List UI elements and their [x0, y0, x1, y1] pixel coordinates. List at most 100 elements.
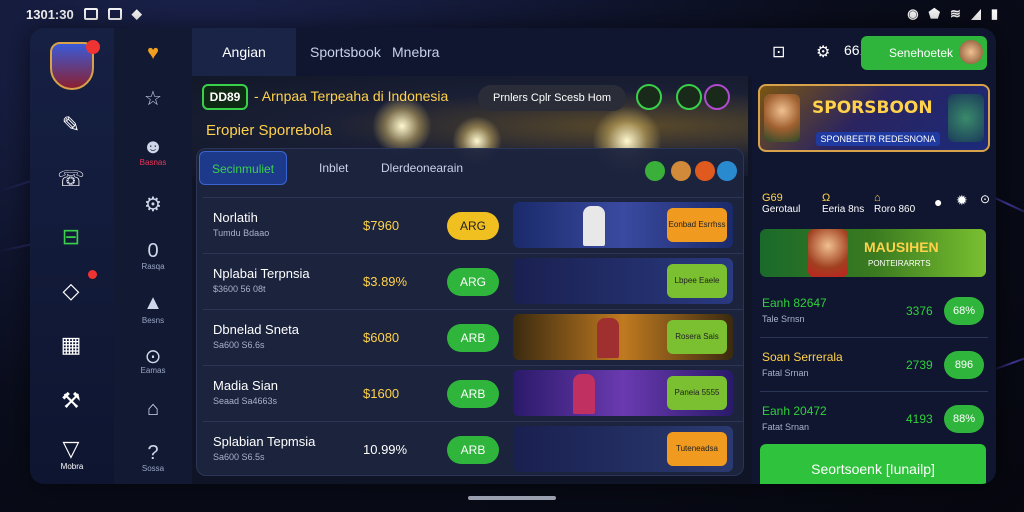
- player-portrait: [764, 94, 800, 142]
- match-thumbnail[interactable]: Lbpee Eaele: [513, 258, 733, 304]
- coin-icon[interactable]: ●: [934, 194, 942, 210]
- status-bar: 1301:30 ◆ ◉ ⬟ ≋ ▮: [0, 0, 1024, 28]
- odds-button[interactable]: ARG: [447, 268, 499, 296]
- signup-button[interactable]: Senehoetek: [861, 36, 987, 70]
- heart-icon[interactable]: ♥: [138, 42, 168, 65]
- hero-pill[interactable]: Prnlers Cplr Scesb Hom: [478, 85, 626, 111]
- hero-subtitle: Eropier Sporrebola: [206, 122, 332, 139]
- help-icon[interactable]: ?: [138, 442, 168, 465]
- banner-title: MAUSIHEN: [864, 239, 939, 255]
- thumb-badge: Paneia 5555: [667, 376, 727, 410]
- sync-icon: ◉: [907, 6, 919, 21]
- gear-icon[interactable]: ⚙: [816, 42, 830, 62]
- player-figure: [597, 318, 619, 358]
- chat-icon[interactable]: ⊡: [772, 42, 785, 62]
- pencil-icon[interactable]: ✎: [56, 110, 86, 140]
- odds-button[interactable]: ARB: [447, 380, 499, 408]
- home-icon[interactable]: ⌂: [138, 398, 168, 421]
- match-name: Nplabai Terpnsia: [213, 266, 310, 281]
- profile-icon[interactable]: [704, 84, 730, 110]
- odds-button[interactable]: ARB: [447, 436, 499, 464]
- phone-icon[interactable]: ☏: [56, 164, 86, 194]
- sun-icon[interactable]: ✹: [956, 192, 968, 209]
- quick-link-icon: G69: [762, 192, 783, 204]
- home-indicator[interactable]: [468, 496, 556, 500]
- match-sub: Seaad Sa4663s: [213, 396, 278, 406]
- match-value: $3.89%: [363, 274, 408, 289]
- table-row[interactable]: Dbnelad Sneta Sa600 S6.6s $6080 ARB Rose…: [203, 309, 743, 363]
- sport-icon[interactable]: [645, 161, 665, 181]
- sport-icon[interactable]: [695, 161, 715, 181]
- list-item[interactable]: Soan Serrerala Fatal Srnan 2739 896: [760, 338, 988, 392]
- odds-button[interactable]: ARG: [447, 212, 499, 240]
- clock-icon[interactable]: [636, 84, 662, 110]
- photo-icon: [107, 8, 122, 20]
- promo-subtitle: SPONBEETR REDESNONA: [816, 132, 940, 146]
- diamond-icon[interactable]: ▽: [56, 434, 86, 464]
- quick-link[interactable]: ⌂ Roro 860: [874, 192, 915, 215]
- table-row[interactable]: Splabian Tepmsia Sa600 S6.5s 10.99% ARB …: [203, 421, 743, 475]
- tab-inblet[interactable]: Inblet: [307, 151, 360, 185]
- wallet-icon[interactable]: ⊟: [56, 222, 86, 252]
- calendar-icon[interactable]: ▦: [56, 330, 86, 360]
- star-icon[interactable]: ☆: [138, 86, 168, 111]
- notification-dot: [86, 40, 100, 54]
- item-value: 3376: [906, 304, 933, 318]
- sport-icon[interactable]: [671, 161, 691, 181]
- item-sub: Fatat Srnan: [762, 422, 810, 432]
- rail-badge: [88, 270, 97, 279]
- list-item[interactable]: Eanh 82647 Tale Srnsn 3376 68%: [760, 284, 988, 338]
- quick-link-icon: Ω: [822, 192, 831, 204]
- match-name: Norlatih: [213, 210, 258, 225]
- table-row[interactable]: Madia Sian Seaad Sa4663s $1600 ARB Panei…: [203, 365, 743, 419]
- match-name: Dbnelad Sneta: [213, 322, 300, 337]
- match-thumbnail[interactable]: Tuteneadsa: [513, 426, 733, 472]
- avatar[interactable]: [959, 40, 983, 64]
- tab-dlerdeonearain[interactable]: Dlerdeonearain: [369, 151, 475, 185]
- cta-button[interactable]: Seortsoenk [Iunailp]: [760, 444, 986, 484]
- search-icon[interactable]: ⊙: [980, 192, 990, 206]
- user-icon[interactable]: ☻: [138, 136, 168, 159]
- table-row[interactable]: Norlatih Tumdu Bdaao $7960 ARG Eonbad Es…: [203, 197, 743, 251]
- quick-link-icon: ⌂: [874, 192, 881, 204]
- item-value: 4193: [906, 412, 933, 426]
- promo-card[interactable]: SPORSBOON SPONBEETR REDESNONA: [758, 84, 990, 152]
- quick-link[interactable]: Ω Eeria 8ns: [822, 192, 864, 215]
- match-sub: Tumdu Bdaao: [213, 228, 270, 238]
- settings-icon[interactable]: ⚙: [138, 192, 168, 217]
- item-button[interactable]: 68%: [944, 297, 984, 325]
- medal-icon[interactable]: [676, 84, 702, 110]
- brand-badge: DD89: [202, 84, 248, 110]
- layers-icon[interactable]: ◇: [56, 276, 86, 306]
- match-thumbnail[interactable]: Eonbad Esrrhss: [513, 202, 733, 248]
- item-button[interactable]: 88%: [944, 405, 984, 433]
- item-sub: Fatal Srnan: [762, 368, 809, 378]
- thumb-badge: Tuteneadsa: [667, 432, 727, 466]
- match-value: $7960: [363, 218, 400, 233]
- thumb-badge: Rosera Sais: [667, 320, 727, 354]
- banner-subtitle: PONTEIRARRTS: [868, 259, 931, 268]
- odds-button[interactable]: ARB: [447, 324, 499, 352]
- sport-icon[interactable]: [717, 161, 737, 181]
- brand-logo[interactable]: [50, 40, 100, 90]
- item-button[interactable]: 896: [944, 351, 984, 379]
- tab-secinmuliet[interactable]: Secinmuliet: [199, 151, 288, 185]
- tab-angian[interactable]: Angian: [192, 28, 296, 76]
- match-thumbnail[interactable]: Paneia 5555: [513, 370, 733, 416]
- top-nav: Angian Sportsbook Mnebra ⊡ ⚙ 661 Senehoe…: [192, 28, 996, 76]
- tools-icon[interactable]: ⚒: [56, 386, 86, 416]
- player-portrait: [808, 229, 848, 277]
- app-window: ✎ ☏ ⊟ ◇ ▦ ⚒ ▽ Mobra ♥ ☆ ☻ Basnas ⚙ 0 Ras…: [30, 28, 996, 484]
- chart-icon[interactable]: ▲: [138, 292, 168, 315]
- quick-link[interactable]: G69 Gerotaul: [762, 192, 800, 215]
- list-item[interactable]: Eanh 20472 Fatat Srnan 4193 88%: [760, 392, 988, 446]
- location-icon: ⬟: [928, 6, 940, 21]
- feature-banner[interactable]: MAUSIHEN PONTEIRARRTS: [760, 229, 986, 277]
- match-sub: Sa600 S6.6s: [213, 340, 265, 350]
- table-row[interactable]: Nplabai Terpnsia $3600 56 08t $3.89% ARG…: [203, 253, 743, 307]
- tab-mnebra[interactable]: Mnebra: [378, 28, 453, 76]
- match-thumbnail[interactable]: Rosera Sais: [513, 314, 733, 360]
- nav-label-rasqa: Rasqa: [141, 262, 165, 271]
- zero-icon[interactable]: 0: [138, 240, 168, 263]
- match-name: Splabian Tepmsia: [213, 434, 316, 449]
